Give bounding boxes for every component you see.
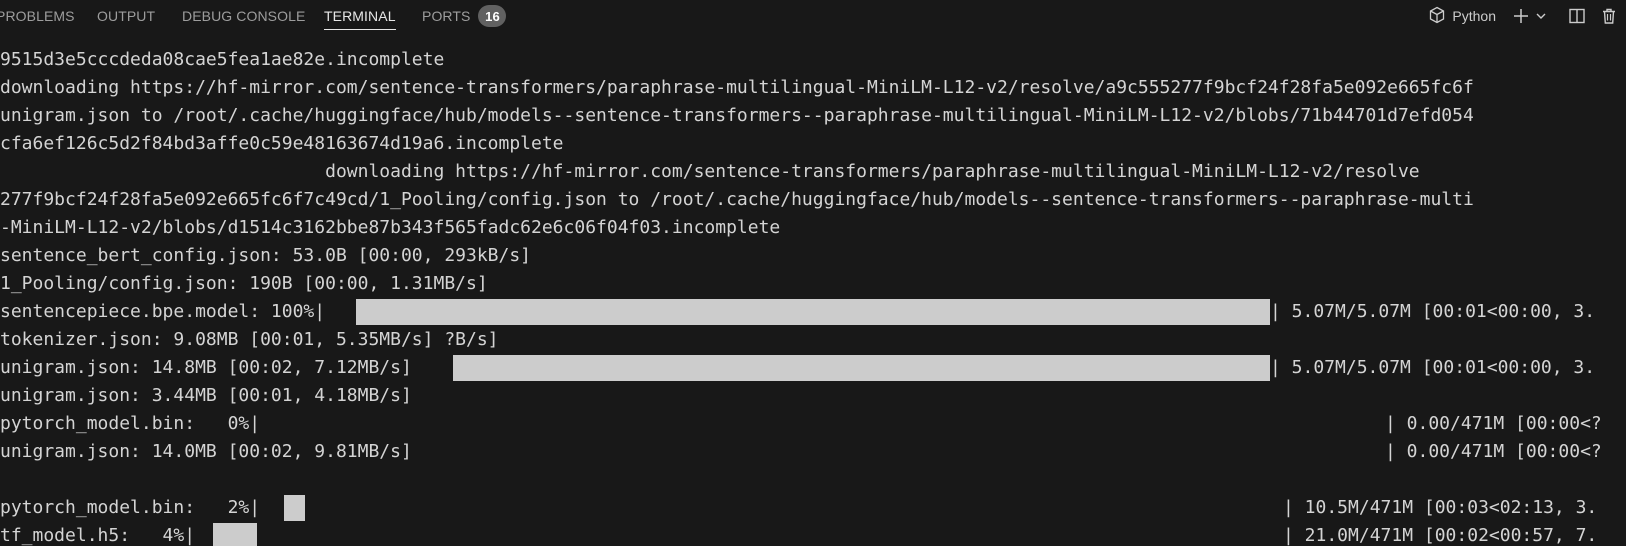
- progress-label: sentencepiece.bpe.model: 100%|: [0, 301, 326, 322]
- tab-problems-label: PROBLEMS: [0, 8, 75, 24]
- panel-tab-bar: PROBLEMS OUTPUT DEBUG CONSOLE TERMINAL P…: [0, 0, 1626, 32]
- terminal-line: unigram.json: 3.44MB [00:01, 4.18MB/s]: [0, 385, 412, 406]
- terminal-profile-selector[interactable]: Python: [1428, 6, 1496, 27]
- progress-label: pytorch_model.bin: 2%|: [0, 497, 261, 518]
- terminal-line: cfa6ef126c5d2f84bd3affe0c59e48163674d19a…: [0, 133, 564, 154]
- terminal-line: 1_Pooling/config.json: 190B [00:00, 1.31…: [0, 273, 488, 294]
- tab-output[interactable]: OUTPUT: [97, 0, 155, 32]
- ports-count-badge: 16: [478, 5, 507, 27]
- progress-label: pytorch_model.bin: 0%|: [0, 413, 261, 434]
- terminal-line: 277f9bcf24f28fa5e092e665fc6f7c49cd/1_Poo…: [0, 189, 1474, 210]
- progress-stats: | 5.07M/5.07M [00:01<00:00, 3.: [1270, 357, 1596, 378]
- progress-bar-fill: [213, 523, 257, 546]
- terminal-dropdown-button[interactable]: [1532, 3, 1550, 29]
- progress-row: sentencepiece.bpe.model: 100%| | 5.07M/5…: [0, 298, 1626, 326]
- add-icon: [1512, 7, 1530, 25]
- tab-ports-label: PORTS: [422, 8, 471, 24]
- progress-row: tf_model.h5: 4%| | 21.0M/471M [00:02<00:…: [0, 522, 1626, 546]
- chevron-down-icon: [1535, 10, 1547, 22]
- terminal-profile-icon: [1428, 6, 1446, 27]
- terminal-actions: Python: [1428, 0, 1626, 32]
- split-terminal-button[interactable]: [1564, 3, 1590, 29]
- progress-bar-fill: [356, 299, 1270, 325]
- tab-output-label: OUTPUT: [97, 8, 156, 24]
- progress-bar-fill: [284, 495, 305, 521]
- terminal-output[interactable]: 9515d3e5cccdeda08cae5fea1ae82e.incomplet…: [0, 46, 1626, 546]
- progress-stats: | 5.07M/5.07M [00:01<00:00, 3.: [1270, 301, 1596, 322]
- split-editor-icon: [1568, 7, 1586, 25]
- terminal-line: unigram.json to /root/.cache/huggingface…: [0, 105, 1474, 126]
- tab-terminal-label: TERMINAL: [324, 8, 396, 24]
- tab-ports[interactable]: PORTS 16: [422, 0, 507, 32]
- trash-icon: [1600, 7, 1618, 25]
- tab-debug-console[interactable]: DEBUG CONSOLE: [182, 0, 305, 32]
- tab-terminal[interactable]: TERMINAL: [324, 0, 396, 32]
- progress-row: unigram.json: 14.0MB [00:02, 9.81MB/s] |…: [0, 438, 1626, 466]
- progress-stats: | 21.0M/471M [00:02<00:57, 7.: [1283, 525, 1598, 546]
- progress-label: unigram.json: 14.0MB [00:02, 9.81MB/s]: [0, 441, 412, 462]
- progress-label: unigram.json: 14.8MB [00:02, 7.12MB/s]: [0, 357, 412, 378]
- terminal-line: downloading https://hf-mirror.com/senten…: [0, 77, 1474, 98]
- progress-label: tf_model.h5: 4%|: [0, 525, 196, 546]
- progress-row: unigram.json: 14.8MB [00:02, 7.12MB/s] |…: [0, 354, 1626, 382]
- terminal-line: -MiniLM-L12-v2/blobs/d1514c3162bbe87b343…: [0, 217, 781, 238]
- tab-debug-console-label: DEBUG CONSOLE: [182, 8, 306, 24]
- terminal-line: downloading https://hf-mirror.com/senten…: [0, 161, 1420, 182]
- kill-terminal-button[interactable]: [1596, 3, 1622, 29]
- progress-stats: | 0.00/471M [00:00<?: [1385, 441, 1602, 462]
- progress-bar-fill: [453, 355, 1270, 381]
- progress-row: pytorch_model.bin: 0%| | 0.00/471M [00:0…: [0, 410, 1626, 438]
- progress-row: pytorch_model.bin: 2%| | 10.5M/471M [00:…: [0, 494, 1626, 522]
- tab-problems[interactable]: PROBLEMS: [0, 0, 75, 32]
- terminal-profile-label: Python: [1452, 8, 1496, 24]
- terminal-line: sentence_bert_config.json: 53.0B [00:00,…: [0, 245, 532, 266]
- progress-stats: | 10.5M/471M [00:03<02:13, 3.: [1283, 497, 1598, 518]
- terminal-line: tokenizer.json: 9.08MB [00:01, 5.35MB/s]…: [0, 329, 499, 350]
- terminal-line: 9515d3e5cccdeda08cae5fea1ae82e.incomplet…: [0, 49, 445, 70]
- progress-stats: | 0.00/471M [00:00<?: [1385, 413, 1602, 434]
- add-terminal-button[interactable]: [1510, 3, 1532, 29]
